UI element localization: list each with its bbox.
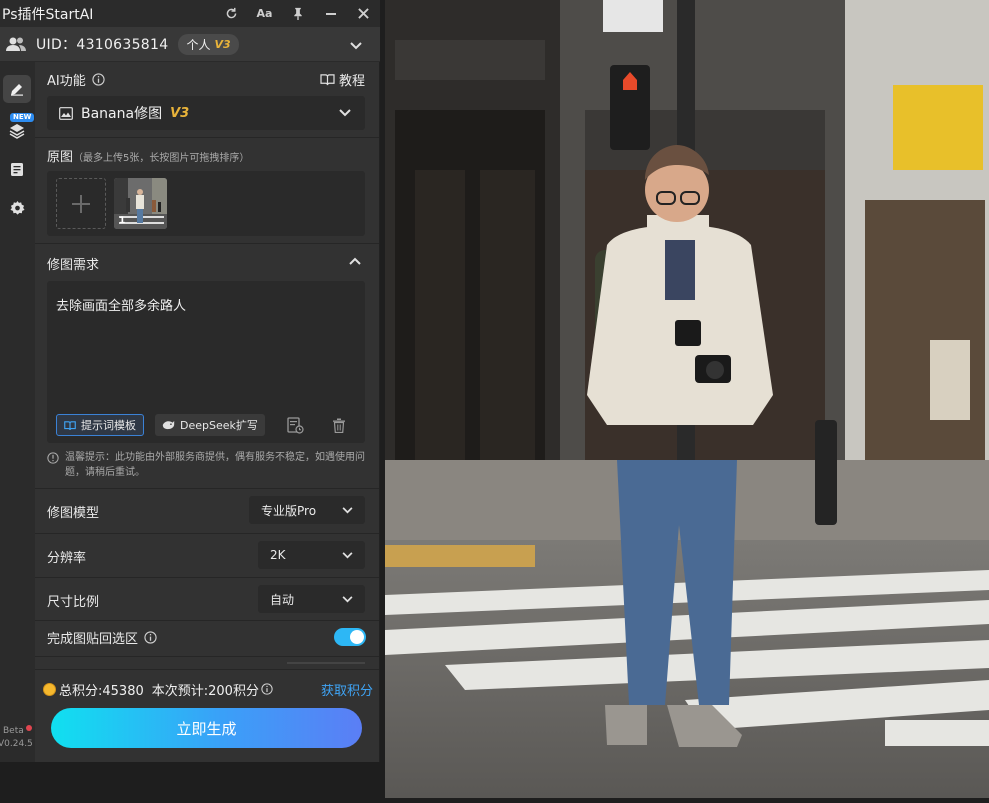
info-icon[interactable] — [144, 630, 157, 644]
sidebar: NEW Beta V0.24.5 — [0, 62, 35, 762]
settings-icon[interactable] — [3, 194, 31, 222]
new-tag: NEW — [10, 113, 35, 122]
tutorial-label: 教程 — [338, 74, 365, 89]
chevron-down-icon[interactable] — [350, 35, 362, 54]
account-version: V3 — [214, 37, 231, 51]
account-badge: 个人 V3 — [178, 33, 239, 55]
resolution-value: 2K — [270, 548, 286, 562]
info-icon[interactable] — [261, 683, 273, 695]
feature-version: V3 — [170, 105, 190, 121]
model-select[interactable]: 专业版Pro — [249, 496, 365, 524]
source-label: 原图 — [47, 150, 74, 165]
book-icon — [320, 73, 335, 86]
template-label: 提示词模板 — [81, 419, 136, 432]
main-content: AI功能 教程 Banana修图 V3 原图 （最多上传5张，长按图片可拖拽排序… — [35, 62, 379, 762]
edit-icon[interactable] — [3, 75, 31, 103]
users-icon — [6, 36, 26, 52]
update-dot — [26, 725, 32, 731]
street-photo — [385, 0, 989, 798]
ai-feature-label: AI功能 — [47, 74, 86, 89]
image-edit-icon — [59, 106, 73, 120]
upload-area: 1 — [47, 171, 365, 236]
user-uid: UID：4310635814 — [36, 37, 169, 53]
get-points-link[interactable]: 获取积分 — [321, 680, 373, 699]
deepseek-label: DeepSeek扩写 — [180, 419, 258, 432]
ai-feature-section: AI功能 教程 Banana修图 V3 — [35, 62, 379, 137]
chevron-up-icon[interactable] — [349, 257, 361, 265]
plus-icon — [72, 194, 90, 213]
model-row: 修图模型 专业版Pro — [35, 489, 379, 533]
account-type: 个人 — [186, 37, 211, 52]
points-row: 总积分:45380 本次预计:200积分 获取积分 — [43, 679, 373, 699]
prompt-label: 修图需求 — [47, 258, 100, 273]
app-title: Ps插件StartAI — [2, 6, 94, 23]
resolution-select[interactable]: 2K — [258, 541, 365, 569]
font-size-icon[interactable]: Aa — [248, 0, 281, 27]
scroll-indicator — [287, 662, 365, 664]
resolution-label: 分辨率 — [47, 550, 87, 566]
chevron-down-icon — [342, 551, 353, 559]
chevron-down-icon — [339, 109, 351, 117]
canvas-photo[interactable] — [385, 0, 989, 798]
notes-icon[interactable] — [3, 155, 31, 183]
pin-icon[interactable] — [281, 0, 314, 27]
source-hint: （最多上传5张，长按图片可拖拽排序） — [73, 153, 250, 164]
deepseek-expand-button[interactable]: DeepSeek扩写 — [155, 414, 265, 436]
chevron-down-icon — [342, 595, 353, 603]
info-icon[interactable] — [92, 73, 105, 86]
history-icon[interactable] — [287, 417, 304, 434]
user-bar[interactable]: UID：4310635814 个人 V3 — [0, 27, 380, 62]
toggle-knob — [350, 630, 364, 644]
thumbnail-index: 1 — [119, 216, 126, 226]
prompt-input[interactable]: 去除画面全部多余路人 提示词模板 DeepSeek扩写 — [47, 281, 365, 443]
prompt-text: 去除画面全部多余路人 — [56, 299, 187, 314]
ratio-value: 自动 — [270, 592, 295, 607]
coin-icon — [43, 682, 56, 696]
paste-back-label: 完成图贴回选区 — [47, 631, 139, 647]
ratio-label: 尺寸比例 — [47, 594, 100, 610]
refresh-icon[interactable] — [215, 0, 248, 27]
title-bar: Ps插件StartAI Aa — [0, 0, 380, 27]
source-thumbnail[interactable]: 1 — [114, 178, 167, 229]
ratio-select[interactable]: 自动 — [258, 585, 365, 613]
deepseek-icon — [162, 420, 175, 430]
notice-text: 温馨提示：此功能由外部服务商提供，偶有服务不稳定，如遇使用问题，请稍后重试。 — [65, 452, 365, 478]
notice: 温馨提示：此功能由外部服务商提供，偶有服务不稳定，如遇使用问题，请稍后重试。 — [47, 450, 367, 480]
trash-icon[interactable] — [332, 418, 346, 433]
generate-button[interactable]: 立即生成 — [51, 708, 362, 748]
panel-bottom-strip — [0, 762, 385, 803]
minimize-icon[interactable] — [314, 0, 347, 27]
tutorial-link[interactable]: 教程 — [320, 70, 365, 89]
model-label: 修图模型 — [47, 505, 100, 521]
plugin-panel: Ps插件StartAI Aa UID：4310635814 个人 V3 NEW … — [0, 0, 380, 762]
version-label: V0.24.5 — [0, 739, 33, 749]
paste-back-toggle[interactable] — [334, 628, 366, 646]
chevron-down-icon — [342, 506, 353, 514]
total-points: 总积分:45380 — [59, 683, 144, 699]
info-icon — [47, 452, 59, 480]
add-image-button[interactable] — [56, 178, 106, 229]
model-value: 专业版Pro — [261, 503, 317, 518]
paste-back-row: 完成图贴回选区 — [35, 615, 379, 659]
resolution-row: 分辨率 2K — [35, 534, 379, 578]
feature-select[interactable]: Banana修图 V3 — [47, 96, 365, 130]
beta-label: Beta — [3, 726, 24, 736]
prompt-template-button[interactable]: 提示词模板 — [56, 414, 144, 436]
feature-value: Banana修图 — [81, 106, 163, 122]
book-icon — [64, 420, 76, 430]
cost-estimate: 本次预计:200积分 — [151, 683, 259, 699]
close-icon[interactable] — [347, 0, 380, 27]
